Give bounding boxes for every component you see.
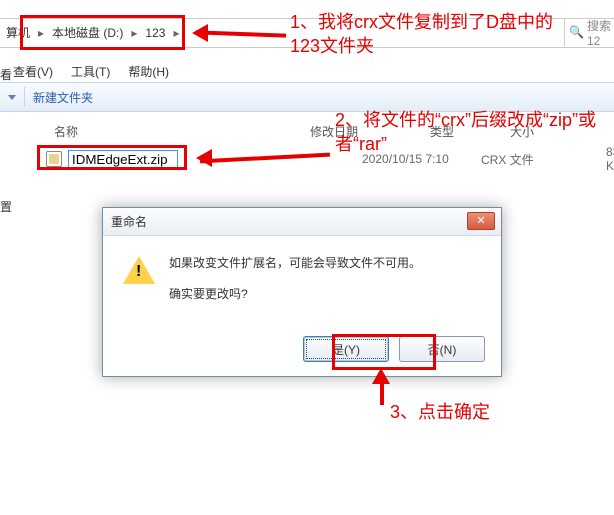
breadcrumb[interactable]: 算机 ▸ 本地磁盘 (D:) ▸ 123 ▸ <box>0 19 181 47</box>
chevron-right-icon: ▸ <box>129 26 139 40</box>
breadcrumb-drive[interactable]: 本地磁盘 (D:) <box>46 19 129 47</box>
chevron-right-icon: ▸ <box>36 26 46 40</box>
search-icon: 🔍 <box>569 25 584 39</box>
dialog-text: 如果改变文件扩展名，可能会导致文件不可用。 确实要更改吗? <box>169 254 421 316</box>
rename-input[interactable] <box>68 150 178 168</box>
menu-view[interactable]: 查看(V) <box>5 61 61 82</box>
separator <box>24 87 25 107</box>
chevron-right-icon: ▸ <box>171 26 181 40</box>
column-size[interactable]: 大小 <box>510 123 570 140</box>
column-date[interactable]: 修改日期 <box>310 123 430 140</box>
dialog-line2: 确实要更改吗? <box>169 285 421 302</box>
file-icon <box>46 151 62 167</box>
no-button[interactable]: 否(N) <box>399 336 485 362</box>
yes-button[interactable]: 是(Y) <box>303 336 389 362</box>
file-date: 2020/10/15 7:10 <box>362 152 449 166</box>
file-row[interactable]: 2020/10/15 7:10 CRX 文件 83 KB <box>46 148 614 170</box>
dialog-line1: 如果改变文件扩展名，可能会导致文件不可用。 <box>169 254 421 271</box>
search-placeholder: 搜索 12 <box>587 18 614 46</box>
new-folder-button[interactable]: 新建文件夹 <box>33 89 93 106</box>
menu-help[interactable]: 帮助(H) <box>120 61 177 82</box>
column-headers: 名称 修改日期 类型 大小 <box>40 120 614 142</box>
breadcrumb-root[interactable]: 算机 <box>0 19 36 47</box>
search-input[interactable]: 🔍 搜索 12 <box>564 18 614 46</box>
left-item-2[interactable]: 置 <box>0 198 12 215</box>
close-button[interactable]: ✕ <box>467 212 495 230</box>
dialog-title: 重命名 <box>103 208 501 236</box>
warning-icon: ! <box>123 254 155 286</box>
file-size: 83 KB <box>606 145 614 173</box>
menu-bar: 查看(V) 工具(T) 帮助(H) <box>0 60 614 82</box>
address-bar[interactable]: 算机 ▸ 本地磁盘 (D:) ▸ 123 ▸ <box>0 18 614 48</box>
file-type: CRX 文件 <box>481 151 534 168</box>
rename-dialog: 重命名 ✕ ! 如果改变文件扩展名，可能会导致文件不可用。 确实要更改吗? 是(… <box>102 207 502 377</box>
menu-tools[interactable]: 工具(T) <box>63 61 118 82</box>
toolbar: 新建文件夹 <box>0 82 614 112</box>
left-item-1[interactable]: 看 <box>0 66 12 83</box>
column-name[interactable]: 名称 <box>40 123 310 140</box>
breadcrumb-folder[interactable]: 123 <box>139 19 171 47</box>
annotation-3: 3、点击确定 <box>390 400 490 424</box>
column-type[interactable]: 类型 <box>430 123 510 140</box>
left-pane-fragment: 看 置 <box>0 48 12 208</box>
